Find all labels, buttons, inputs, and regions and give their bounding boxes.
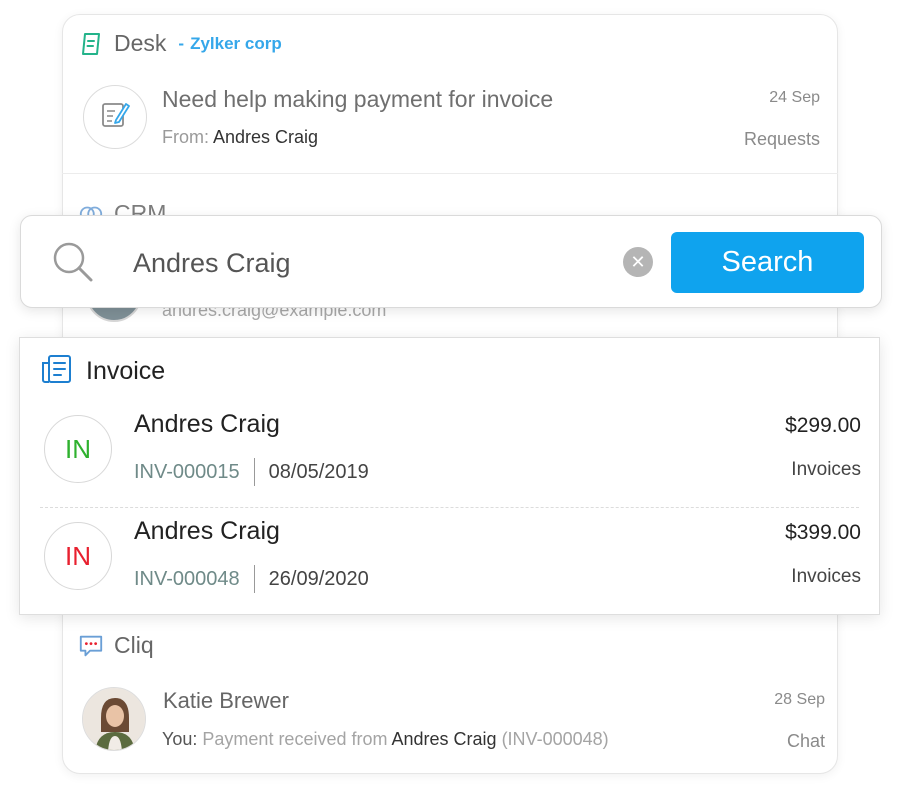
invoice-section-header: Invoice xyxy=(40,354,165,389)
desk-icon xyxy=(78,31,104,57)
clear-icon[interactable]: ✕ xyxy=(623,247,653,277)
ticket-department: Requests xyxy=(743,129,820,149)
invoice-section-title: Invoice xyxy=(86,357,166,385)
cliq-icon xyxy=(78,633,104,659)
chat-message-preview: You: Payment received from Andres Craig … xyxy=(162,729,609,750)
search-button[interactable]: Search xyxy=(671,232,864,293)
chat-message-text: Payment received from xyxy=(202,729,388,749)
meta-divider xyxy=(253,565,255,593)
invoice-results-card: Invoice IN Andres Craig INV-000015 08/05… xyxy=(19,337,880,615)
invoice-customer-name: Andres Craig xyxy=(134,517,280,545)
invoice-customer-name: Andres Craig xyxy=(134,410,280,438)
org-name-link[interactable]: Zylker corp xyxy=(190,34,282,54)
section-divider xyxy=(62,173,838,174)
ticket-from-label: From: xyxy=(162,127,209,147)
chat-message-mention: Andres Craig xyxy=(391,729,497,749)
invoice-badge-label: IN xyxy=(65,540,91,571)
meta-divider xyxy=(253,458,255,486)
invoice-result-row[interactable]: IN Andres Craig INV-000048 26/09/2020 $3… xyxy=(20,509,879,615)
invoice-icon xyxy=(40,354,72,389)
org-separator: - xyxy=(178,33,185,53)
invoice-result-row[interactable]: IN Andres Craig INV-000015 08/05/2019 $2… xyxy=(20,402,879,508)
avatar xyxy=(82,687,146,751)
invoice-amount: $299.00 xyxy=(785,414,861,437)
desk-section-header: Desk - Zylker corp xyxy=(78,30,282,57)
invoice-meta: INV-000015 08/05/2019 xyxy=(134,458,369,486)
chat-date: 28 Sep xyxy=(774,691,825,708)
invoice-meta: INV-000048 26/09/2020 xyxy=(134,565,369,593)
chat-message-prefix: You: xyxy=(162,729,198,749)
invoice-amount: $399.00 xyxy=(785,521,861,544)
desk-app-name: Desk xyxy=(114,30,167,56)
ticket-subject[interactable]: Need help making payment for invoice xyxy=(162,86,553,113)
row-divider xyxy=(40,507,859,508)
edit-document-icon xyxy=(98,98,132,137)
search-icon xyxy=(51,240,95,289)
invoice-date: 08/05/2019 xyxy=(268,460,369,483)
invoice-badge: IN xyxy=(44,522,112,590)
cliq-app-name: Cliq xyxy=(114,632,154,658)
search-input[interactable] xyxy=(131,242,615,284)
chat-contact-name[interactable]: Katie Brewer xyxy=(163,688,289,714)
invoice-module: Invoices xyxy=(791,566,861,587)
ticket-from-name: Andres Craig xyxy=(213,127,319,147)
invoice-number: INV-000015 xyxy=(134,460,240,483)
chat-channel: Chat xyxy=(786,731,825,751)
invoice-badge-label: IN xyxy=(65,433,91,464)
ticket-from: From: Andres Craig xyxy=(162,127,318,148)
chat-message-ref: (INV-000048) xyxy=(501,729,609,749)
ticket-date: 24 Sep xyxy=(769,89,820,106)
invoice-module: Invoices xyxy=(791,459,861,480)
invoice-number: INV-000048 xyxy=(134,567,240,590)
invoice-date: 26/09/2020 xyxy=(268,567,369,590)
search-bar: ✕ Search xyxy=(20,215,882,308)
ticket-avatar xyxy=(83,85,147,149)
invoice-badge: IN xyxy=(44,415,112,483)
cliq-section-header: Cliq xyxy=(78,632,154,659)
